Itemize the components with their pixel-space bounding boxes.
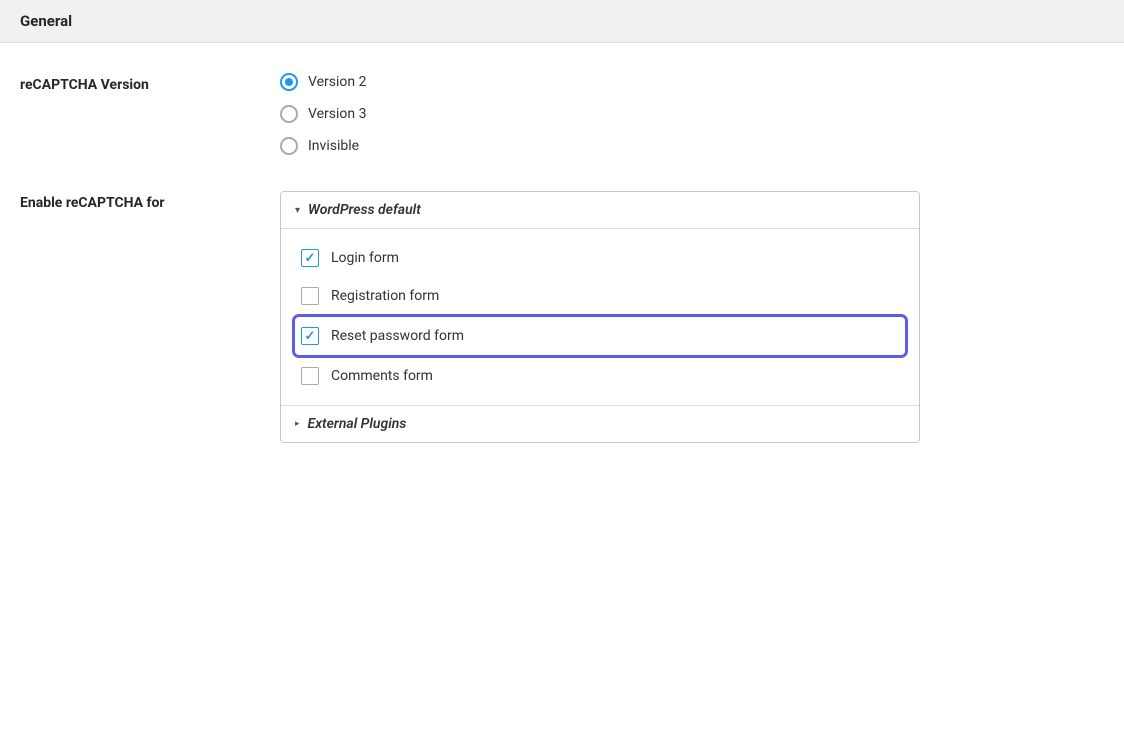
radio-circle-v2 xyxy=(280,73,298,91)
checkmark-reset-password: ✓ xyxy=(305,330,316,343)
radio-label-invisible: Invisible xyxy=(308,138,359,154)
radio-item-v3[interactable]: Version 3 xyxy=(280,105,1104,123)
wordpress-default-items: ✓ Login form Registration form xyxy=(281,229,919,405)
checkbox-label-reset-password: Reset password form xyxy=(331,328,464,344)
radio-group: Version 2 Version 3 Invisible xyxy=(280,73,1104,155)
checkbox-item-reset-password[interactable]: ✓ Reset password form xyxy=(295,317,905,355)
wordpress-default-label: WordPress default xyxy=(308,202,421,218)
checkbox-item-comments[interactable]: Comments form xyxy=(295,357,905,395)
settings-content: reCAPTCHA Version Version 2 Version 3 In… xyxy=(0,43,1124,499)
checkbox-item-login[interactable]: ✓ Login form xyxy=(295,239,905,277)
checkbox-label-comments: Comments form xyxy=(331,368,433,384)
radio-item-invisible[interactable]: Invisible xyxy=(280,137,1104,155)
radio-item-v2[interactable]: Version 2 xyxy=(280,73,1104,91)
recaptcha-version-row: reCAPTCHA Version Version 2 Version 3 In… xyxy=(20,73,1104,155)
checkbox-box-login: ✓ xyxy=(301,249,319,267)
checkmark-login: ✓ xyxy=(305,252,316,265)
chevron-right-icon: ▸ xyxy=(295,419,300,429)
recaptcha-version-control: Version 2 Version 3 Invisible xyxy=(280,73,1104,155)
checkbox-box-registration xyxy=(301,287,319,305)
checkbox-item-registration[interactable]: Registration form xyxy=(295,277,905,315)
checkbox-label-login: Login form xyxy=(331,250,399,266)
checkbox-box-comments xyxy=(301,367,319,385)
enable-recaptcha-control: ▾ WordPress default ✓ Login form xyxy=(280,191,1104,443)
enable-recaptcha-row: Enable reCAPTCHA for ▾ WordPress default… xyxy=(20,191,1104,443)
checkbox-group-container: ▾ WordPress default ✓ Login form xyxy=(280,191,920,443)
checkbox-box-reset-password: ✓ xyxy=(301,327,319,345)
wordpress-default-header[interactable]: ▾ WordPress default xyxy=(281,192,919,229)
radio-circle-invisible xyxy=(280,137,298,155)
enable-recaptcha-label: Enable reCAPTCHA for xyxy=(20,191,280,211)
section-header: General xyxy=(0,0,1124,43)
recaptcha-version-label: reCAPTCHA Version xyxy=(20,73,280,93)
page-wrapper: General reCAPTCHA Version Version 2 Vers… xyxy=(0,0,1124,742)
chevron-down-icon: ▾ xyxy=(295,205,300,216)
external-plugins-header[interactable]: ▸ External Plugins xyxy=(281,405,919,442)
section-title: General xyxy=(20,12,1104,30)
radio-label-v3: Version 3 xyxy=(308,106,366,122)
radio-label-v2: Version 2 xyxy=(308,74,366,90)
radio-circle-v3 xyxy=(280,105,298,123)
checkbox-label-registration: Registration form xyxy=(331,288,439,304)
external-plugins-label: External Plugins xyxy=(308,416,407,432)
